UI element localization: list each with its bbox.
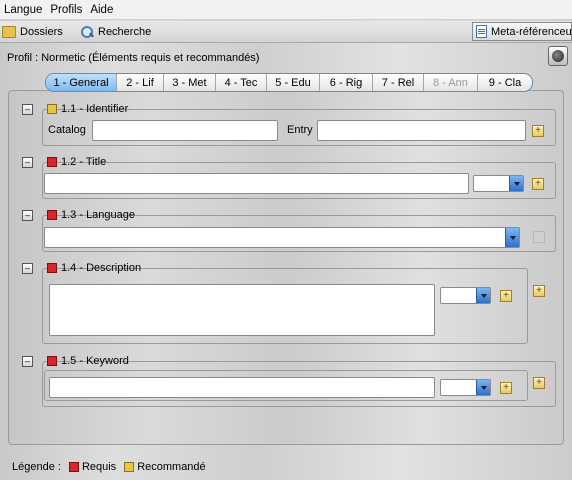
meta-label: Meta-référenceur bbox=[491, 25, 572, 38]
description-legend: 1.4 - Description bbox=[45, 262, 143, 274]
tab-ann[interactable]: 8 - Ann bbox=[424, 74, 478, 91]
title-title: 1.2 - Title bbox=[61, 156, 107, 168]
tab-bar: 1 - General 2 - Lif 3 - Met 4 - Tec 5 - … bbox=[45, 73, 533, 92]
tab-edu[interactable]: 5 - Edu bbox=[267, 74, 320, 91]
identifier-title: 1.1 - Identifier bbox=[61, 103, 129, 115]
add-description-lang-button[interactable]: + bbox=[500, 290, 512, 302]
add-keyword-button[interactable]: + bbox=[533, 377, 545, 389]
add-title-button[interactable]: + bbox=[532, 178, 544, 190]
legend-label: Légende : bbox=[12, 461, 61, 473]
keyword-legend: 1.5 - Keyword bbox=[45, 355, 131, 367]
collapse-title-button[interactable]: – bbox=[22, 157, 33, 168]
menu-bar: Langue Profils Aide bbox=[0, 0, 572, 20]
language-legend: 1.3 - Language bbox=[45, 209, 137, 221]
required-icon bbox=[47, 210, 57, 220]
required-icon bbox=[47, 263, 57, 273]
menu-aide[interactable]: Aide bbox=[90, 4, 113, 16]
search-icon bbox=[80, 26, 94, 38]
menu-profils[interactable]: Profils bbox=[50, 4, 82, 16]
keyword-language-select[interactable] bbox=[440, 379, 491, 396]
tab-rig[interactable]: 6 - Rig bbox=[320, 74, 373, 91]
tab-lif[interactable]: 2 - Lif bbox=[117, 74, 164, 91]
keyword-field[interactable] bbox=[49, 377, 435, 398]
required-icon bbox=[68, 462, 79, 472]
collapse-keyword-button[interactable]: – bbox=[22, 356, 33, 367]
globe-icon bbox=[552, 50, 564, 62]
folder-icon bbox=[2, 26, 16, 38]
chevron-down-icon bbox=[509, 176, 523, 191]
search-label: Recherche bbox=[98, 26, 152, 38]
chevron-down-icon bbox=[476, 380, 490, 395]
legend-required: Requis bbox=[68, 461, 117, 473]
keyword-title: 1.5 - Keyword bbox=[61, 355, 129, 367]
add-language-button[interactable]: + bbox=[533, 231, 545, 243]
recommended-icon bbox=[47, 104, 57, 114]
add-description-button[interactable]: + bbox=[533, 285, 545, 297]
identifier-legend: 1.1 - Identifier bbox=[45, 103, 130, 115]
description-title: 1.4 - Description bbox=[61, 262, 142, 274]
title-field[interactable] bbox=[44, 173, 469, 194]
chevron-down-icon bbox=[505, 228, 519, 247]
legend-required-label: Requis bbox=[81, 461, 117, 473]
tab-cla[interactable]: 9 - Cla bbox=[478, 74, 532, 91]
recommended-icon bbox=[124, 462, 135, 472]
required-icon bbox=[47, 356, 57, 366]
chevron-down-icon bbox=[476, 288, 490, 303]
search-button[interactable]: Recherche bbox=[80, 24, 151, 40]
language-title: 1.3 - Language bbox=[61, 209, 136, 221]
folders-button[interactable]: Dossiers bbox=[2, 24, 63, 40]
tab-general[interactable]: 1 - General bbox=[46, 74, 117, 91]
folders-label: Dossiers bbox=[20, 26, 63, 38]
entry-label: Entry bbox=[287, 124, 313, 136]
catalog-label: Catalog bbox=[48, 124, 86, 136]
globe-button[interactable] bbox=[548, 46, 568, 66]
add-keyword-lang-button[interactable]: + bbox=[500, 382, 512, 394]
description-language-select[interactable] bbox=[440, 287, 491, 304]
tab-rel[interactable]: 7 - Rel bbox=[373, 74, 424, 91]
catalog-field[interactable] bbox=[92, 120, 278, 141]
menu-langue[interactable]: Langue bbox=[4, 4, 42, 16]
profile-label: Profil : Normetic (Éléments requis et re… bbox=[7, 52, 260, 64]
legend-recommended-label: Recommandé bbox=[137, 461, 206, 473]
toolbar: Dossiers Recherche Meta-référenceur bbox=[0, 21, 572, 43]
collapse-language-button[interactable]: – bbox=[22, 210, 33, 221]
collapse-identifier-button[interactable]: – bbox=[22, 104, 33, 115]
legend-footer: Légende : Requis Recommandé bbox=[12, 461, 206, 473]
add-identifier-button[interactable]: + bbox=[532, 125, 544, 137]
title-legend: 1.2 - Title bbox=[45, 156, 108, 168]
entry-field[interactable] bbox=[317, 120, 526, 141]
tab-tec[interactable]: 4 - Tec bbox=[216, 74, 267, 91]
document-icon bbox=[476, 25, 487, 38]
meta-referenceur-button[interactable]: Meta-référenceur bbox=[472, 22, 572, 41]
tab-met[interactable]: 3 - Met bbox=[164, 74, 216, 91]
title-language-select[interactable] bbox=[473, 175, 524, 192]
collapse-description-button[interactable]: – bbox=[22, 263, 33, 274]
legend-recommended: Recommandé bbox=[124, 461, 206, 473]
language-select[interactable] bbox=[44, 227, 520, 248]
required-icon bbox=[47, 157, 57, 167]
description-textarea[interactable] bbox=[49, 284, 435, 336]
